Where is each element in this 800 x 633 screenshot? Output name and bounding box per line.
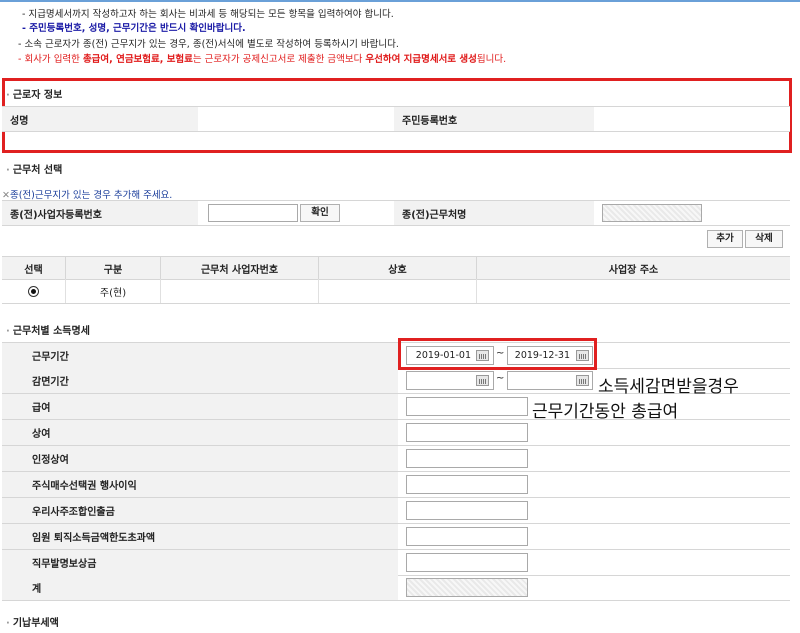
row-address xyxy=(477,279,790,303)
prev-biz-input[interactable] xyxy=(208,204,298,222)
id-value xyxy=(594,107,790,131)
reduction-end-calendar-icon[interactable] xyxy=(576,375,589,386)
income-row-label: 직무발명보상금 xyxy=(2,550,398,575)
name-value xyxy=(198,107,394,131)
col-biz-no: 근무처 사업자번호 xyxy=(161,257,319,279)
table-row: 주(현) xyxy=(2,279,790,304)
note-line-4-suffix: 됩니다. xyxy=(476,54,507,65)
income-row: 주식매수선택권 행사이익 xyxy=(2,472,790,498)
period-label: 근무기간 xyxy=(2,343,398,368)
col-address: 사업장 주소 xyxy=(477,257,790,279)
period-highlight xyxy=(398,338,597,370)
income-row-input[interactable] xyxy=(406,475,528,494)
col-name: 상호 xyxy=(319,257,477,279)
row-type: 주(현) xyxy=(66,279,161,303)
note-line-4-prefix: - 회사가 입력한 xyxy=(18,54,83,65)
income-row-input[interactable] xyxy=(406,397,528,416)
reduction-sep: ~ xyxy=(496,373,505,384)
income-row: 상여 xyxy=(2,420,790,446)
total-label: 계 xyxy=(2,575,398,600)
workplace-table-header: 선택 구분 근무처 사업자번호 상호 사업장 주소 xyxy=(2,256,790,280)
income-row: 인정상여 xyxy=(2,446,790,472)
worker-info-row: 성명 주민등록번호 xyxy=(2,106,790,132)
income-detail-title: 근무처별 소득명세 xyxy=(6,322,90,337)
total-value xyxy=(406,578,528,597)
prev-workplace-row: 종(전)사업자등록번호 확인 종(전)근무처명 xyxy=(2,200,790,226)
prev-biz-label: 종(전)사업자등록번호 xyxy=(2,201,198,225)
income-row-label: 주식매수선택권 행사이익 xyxy=(2,472,398,497)
reduction-label: 감면기간 xyxy=(2,368,398,393)
confirm-button[interactable]: 확인 xyxy=(300,204,340,222)
row-biz-no xyxy=(161,279,319,303)
reduction-start-calendar-icon[interactable] xyxy=(476,375,489,386)
annotation-line-2: 근무기간동안 총급여 xyxy=(532,402,679,422)
note-line-3: - 소속 근로자가 종(전) 근무지가 있는 경우, 종(전)서식에 별도로 작… xyxy=(18,39,399,50)
total-row: 계 xyxy=(2,575,790,601)
annotation-line-1: 소득세감면받을경우 xyxy=(598,377,739,397)
period-row: 근무기간 2019-01-01 ~ 2019-12-31 xyxy=(2,342,790,369)
note-line-4-bold: 총급여, 연금보험료, 보험료 xyxy=(82,54,193,65)
add-button[interactable]: 추가 xyxy=(707,230,743,248)
note-line-4-mid: 는 근로자가 공제신고서로 제출한 금액보다 xyxy=(192,54,366,65)
workplace-radio-dot xyxy=(31,288,36,294)
tax-section-title: 기납부세액 xyxy=(6,614,59,629)
income-row-label: 우리사주조합인출금 xyxy=(2,498,398,523)
workplace-radio[interactable] xyxy=(28,285,39,297)
delete-button[interactable]: 삭제 xyxy=(745,230,783,248)
income-row-label: 인정상여 xyxy=(2,446,398,471)
name-label: 성명 xyxy=(2,107,198,131)
prev-name-label: 종(전)근무처명 xyxy=(394,201,594,225)
income-row: 임원 퇴직소득금액한도초과액 xyxy=(2,524,790,550)
col-select: 선택 xyxy=(2,257,66,279)
income-row-input[interactable] xyxy=(406,553,528,572)
income-row-input[interactable] xyxy=(406,501,528,520)
income-row: 우리사주조합인출금 xyxy=(2,498,790,524)
row-select-cell xyxy=(2,279,66,303)
col-type: 구분 xyxy=(66,257,161,279)
top-border xyxy=(0,0,800,2)
income-row-label: 급여 xyxy=(2,394,398,419)
workplace-select-title: 근무처 선택 xyxy=(6,161,62,176)
income-row-input[interactable] xyxy=(406,423,528,442)
prev-name-input xyxy=(602,204,702,222)
income-row-label: 상여 xyxy=(2,420,398,445)
income-row-label: 임원 퇴직소득금액한도초과액 xyxy=(2,524,398,549)
income-row-input[interactable] xyxy=(406,449,528,468)
note-line-4: - 회사가 입력한 총급여, 연금보험료, 보험료는 근로자가 공제신고서로 제… xyxy=(18,51,506,65)
income-row-input[interactable] xyxy=(406,527,528,546)
worker-info-title: 근로자 정보 xyxy=(6,86,62,101)
row-name xyxy=(319,279,477,303)
id-label: 주민등록번호 xyxy=(394,107,594,131)
note-line-4-bold2: 우선하여 지급명세서로 생성 xyxy=(365,54,477,65)
income-row: 직무발명보상금 xyxy=(2,550,790,576)
note-line-1: - 지급명세서까지 작성하고자 하는 회사는 비과세 등 해당되는 모든 항목을… xyxy=(22,9,394,20)
note-line-2: - 주민등록번호, 성명, 근무기간은 반드시 확인바랍니다. xyxy=(22,23,246,34)
workplace-hint: ✕종(전)근무지가 있는 경우 추가해 주세요. xyxy=(2,187,172,201)
